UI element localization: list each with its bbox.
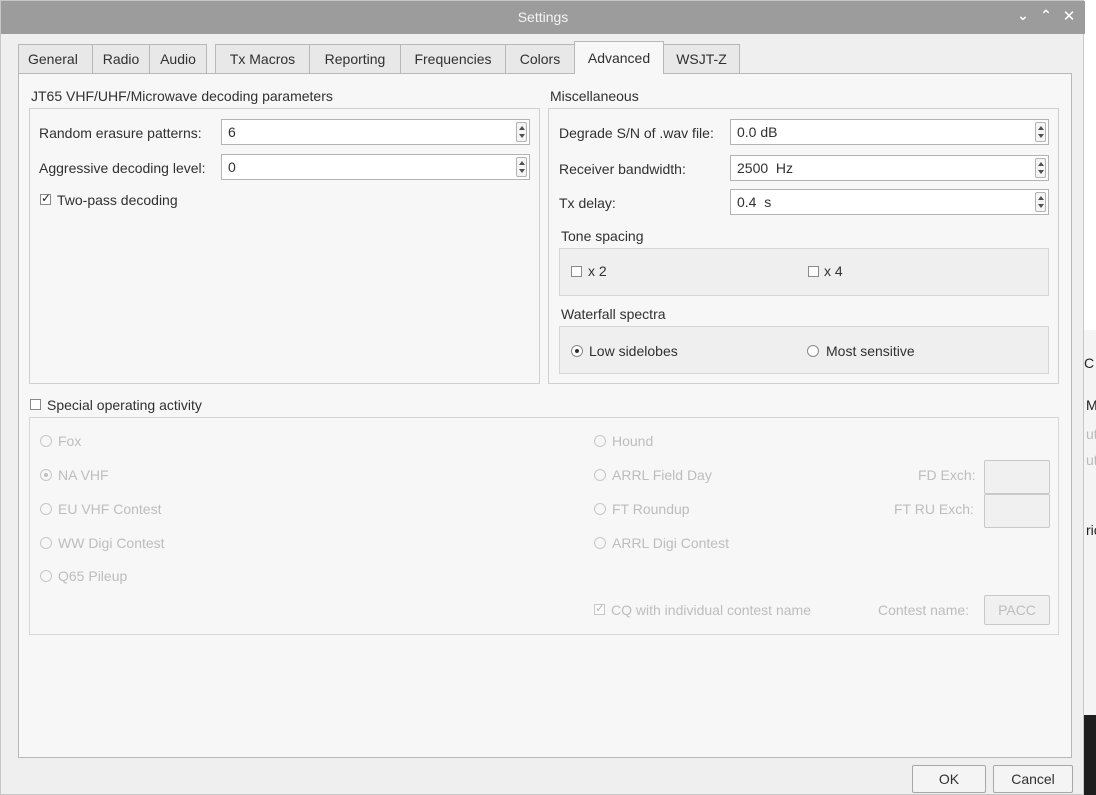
cq-contest-checkbox[interactable]: [594, 601, 605, 615]
spin-arrows-icon[interactable]: [516, 157, 527, 177]
fd-exch-label: FD Exch:: [918, 467, 976, 483]
na-vhf-label: NA VHF: [58, 467, 109, 483]
ft-ru-exch-input[interactable]: [984, 494, 1050, 528]
ww-digi-label: WW Digi Contest: [58, 535, 165, 551]
background-text: C: [1084, 355, 1095, 371]
tone-spacing-group: [559, 248, 1049, 296]
waterfall-title: Waterfall spectra: [561, 306, 666, 322]
fox-label: Fox: [58, 433, 82, 449]
window-title: Settings: [517, 9, 569, 25]
jt65-group: [29, 108, 540, 384]
close-icon[interactable]: ✕: [1060, 7, 1078, 27]
tab-audio[interactable]: Audio: [149, 44, 207, 73]
background-text: ut: [1086, 452, 1096, 468]
arrl-field-day-label: ARRL Field Day: [612, 467, 712, 483]
tab-frequencies[interactable]: Frequencies: [400, 44, 506, 73]
contest-name-button[interactable]: PACC: [984, 595, 1050, 625]
hound-radio[interactable]: [594, 435, 606, 447]
maximize-icon[interactable]: ⌃: [1037, 7, 1055, 27]
background-text: M: [1086, 397, 1096, 413]
cancel-button[interactable]: Cancel: [993, 765, 1073, 793]
x2-checkbox[interactable]: [571, 266, 582, 277]
degrade-sn-spinbox[interactable]: 0.0 dB: [730, 119, 1049, 145]
tab-tx-macros[interactable]: Tx Macros: [215, 44, 310, 73]
special-activity-title: Special operating activity: [47, 397, 202, 413]
two-pass-checkbox[interactable]: [40, 191, 51, 205]
random-erasure-spinbox[interactable]: 6: [221, 119, 530, 145]
two-pass-label: Two-pass decoding: [57, 192, 178, 208]
most-sensitive-radio[interactable]: [807, 345, 819, 357]
background-text: ric: [1086, 522, 1096, 538]
degrade-sn-label: Degrade S/N of .wav file:: [559, 125, 714, 141]
special-activity-checkbox[interactable]: [30, 399, 41, 410]
random-erasure-label: Random erasure patterns:: [39, 125, 202, 141]
tx-delay-label: Tx delay:: [559, 195, 616, 211]
eu-vhf-label: EU VHF Contest: [58, 501, 162, 517]
ok-button[interactable]: OK: [912, 765, 986, 793]
minimize-icon[interactable]: ⌄: [1014, 7, 1032, 27]
tx-delay-spinbox[interactable]: 0.4 s: [730, 189, 1049, 215]
spin-arrows-icon[interactable]: [1035, 192, 1046, 212]
ft-roundup-label: FT Roundup: [612, 501, 690, 517]
q65-pileup-radio[interactable]: [40, 570, 52, 582]
eu-vhf-radio[interactable]: [40, 503, 52, 515]
na-vhf-radio[interactable]: [40, 469, 52, 481]
x4-label: x 4: [824, 263, 843, 279]
tab-radio[interactable]: Radio: [92, 44, 150, 73]
tab-general-label: General: [28, 51, 78, 67]
q65-pileup-label: Q65 Pileup: [58, 568, 128, 584]
hound-label: Hound: [612, 433, 654, 449]
jt65-group-title: JT65 VHF/UHF/Microwave decoding paramete…: [31, 88, 333, 104]
degrade-sn-value: 0.0 dB: [737, 124, 778, 140]
tab-wsjt-z[interactable]: WSJT-Z: [663, 44, 740, 73]
background-text: ut: [1086, 426, 1096, 442]
cq-contest-label: CQ with individual contest name: [611, 602, 811, 618]
tone-spacing-title: Tone spacing: [561, 228, 644, 244]
aggressive-level-spinbox[interactable]: 0: [221, 154, 530, 180]
x4-checkbox[interactable]: [808, 266, 819, 277]
contest-name-label: Contest name:: [878, 602, 970, 618]
tab-advanced[interactable]: Advanced: [574, 41, 664, 74]
rx-bandwidth-label: Receiver bandwidth:: [559, 161, 686, 177]
low-sidelobes-radio[interactable]: [571, 345, 583, 357]
arrl-digi-radio[interactable]: [594, 537, 606, 549]
ft-ru-exch-label: FT RU Exch:: [894, 501, 974, 517]
aggressive-level-label: Aggressive decoding level:: [39, 160, 206, 176]
tab-reporting[interactable]: Reporting: [309, 44, 401, 73]
ww-digi-radio[interactable]: [40, 537, 52, 549]
tab-colors[interactable]: Colors: [505, 44, 575, 73]
arrl-digi-label: ARRL Digi Contest: [612, 535, 729, 551]
fd-exch-input[interactable]: [984, 460, 1050, 494]
title-bar[interactable]: Settings ⌄ ⌃ ✕: [1, 1, 1085, 34]
spin-arrows-icon[interactable]: [1035, 158, 1046, 178]
x2-label: x 2: [588, 263, 607, 279]
spin-arrows-icon[interactable]: [516, 122, 527, 142]
rx-bandwidth-value: 2500 Hz: [737, 160, 794, 176]
random-erasure-value: 6: [228, 124, 236, 140]
ft-roundup-radio[interactable]: [594, 503, 606, 515]
aggressive-level-value: 0: [228, 159, 236, 175]
tx-delay-value: 0.4 s: [737, 194, 772, 210]
rx-bandwidth-spinbox[interactable]: 2500 Hz: [730, 155, 1049, 181]
misc-group-title: Miscellaneous: [550, 88, 639, 104]
settings-dialog: Settings ⌄ ⌃ ✕ General Radio Audio Tx Ma…: [0, 0, 1085, 795]
spin-arrows-icon[interactable]: [1035, 122, 1046, 142]
most-sensitive-label: Most sensitive: [826, 343, 915, 359]
arrl-field-day-radio[interactable]: [594, 469, 606, 481]
fox-radio[interactable]: [40, 435, 52, 447]
low-sidelobes-label: Low sidelobes: [589, 343, 678, 359]
